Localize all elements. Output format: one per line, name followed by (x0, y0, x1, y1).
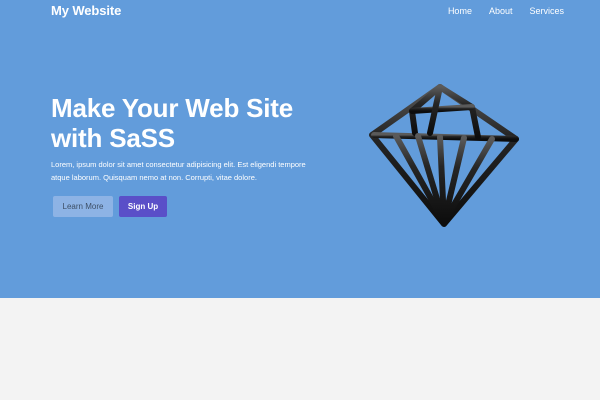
sign-up-button[interactable]: Sign Up (119, 196, 167, 217)
diamond-icon (369, 84, 519, 227)
hero-headline: Make Your Web Site with SaSS (51, 93, 341, 153)
hero-section: My Website Home About Services Make Your… (0, 0, 600, 298)
nav-link-home[interactable]: Home (448, 6, 472, 16)
brand-logo[interactable]: My Website (51, 3, 121, 18)
nav-link-services[interactable]: Services (529, 6, 564, 16)
navbar: My Website Home About Services (0, 0, 600, 24)
hero-headline-line-2: with SaSS (51, 123, 175, 153)
learn-more-button[interactable]: Learn More (53, 196, 113, 217)
page: My Website Home About Services Make Your… (0, 0, 600, 400)
hero-description: Lorem, ipsum dolor sit amet consectetur … (51, 160, 306, 182)
nav-links: Home About Services (448, 6, 564, 16)
nav-link-about[interactable]: About (489, 6, 513, 16)
hero-headline-line-1: Make Your Web Site (51, 93, 294, 123)
